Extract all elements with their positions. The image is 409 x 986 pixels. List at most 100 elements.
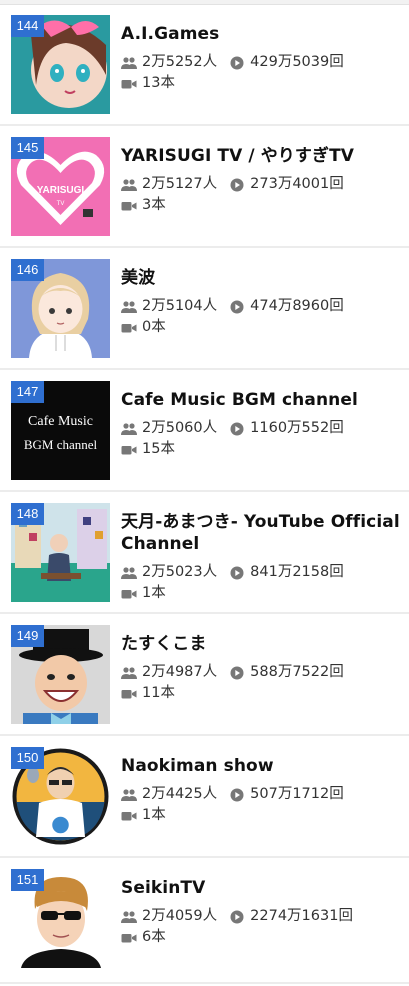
- view-stat: 2274万1631回: [229, 906, 353, 927]
- thumb-text: YARISUGI: [37, 185, 85, 196]
- subscriber-count: 2万4059人: [142, 908, 218, 924]
- stats-line: 15本: [121, 439, 403, 460]
- video-count: 15本: [142, 441, 175, 457]
- channel-info: Cafe Music BGM channel 2万5060人 1160万552回…: [121, 389, 403, 460]
- view-count: 1160万552回: [250, 420, 344, 436]
- channel-thumbnail[interactable]: 148: [11, 503, 110, 602]
- subscriber-count: 2万5127人: [142, 176, 218, 192]
- view-stat: 507万1712回: [229, 784, 344, 805]
- play-circle-icon: [229, 910, 245, 924]
- channel-thumbnail[interactable]: 151: [11, 869, 110, 968]
- rank-badge: 145: [11, 137, 44, 159]
- rank-badge: 151: [11, 869, 44, 891]
- video-count: 0本: [142, 319, 166, 335]
- channel-thumbnail[interactable]: Cafe Music BGM channel 147: [11, 381, 110, 480]
- channel-info: 天月-あまつき- YouTube Official Channel 2万5023…: [121, 511, 403, 604]
- channel-row[interactable]: 144 A.I.Games 2万5252人 429万5039回 13本: [0, 5, 409, 126]
- channel-name[interactable]: SeikinTV: [121, 877, 403, 899]
- channel-name[interactable]: 美波: [121, 267, 403, 289]
- thumb-subtext: BGM channel: [24, 437, 98, 452]
- video-count: 1本: [142, 585, 166, 601]
- thumb-text: Cafe Music: [28, 414, 93, 429]
- channel-info: SeikinTV 2万4059人 2274万1631回 6本: [121, 877, 403, 948]
- subscriber-stat: 2万5060人: [121, 418, 217, 439]
- channel-thumbnail[interactable]: 149: [11, 625, 110, 724]
- channel-ranking-list: 144 A.I.Games 2万5252人 429万5039回 13本 YARI…: [0, 0, 409, 986]
- stats-line: 2万5252人 429万5039回: [121, 52, 403, 73]
- video-camera-icon: [121, 321, 137, 335]
- play-circle-icon: [229, 566, 245, 580]
- play-circle-icon: [229, 666, 245, 680]
- channel-name[interactable]: YARISUGI TV / やりすぎTV: [121, 145, 403, 167]
- channel-thumbnail[interactable]: YARISUGI TV 145: [11, 137, 110, 236]
- video-count: 6本: [142, 929, 166, 945]
- view-stat: 1160万552回: [229, 418, 344, 439]
- stats-line: 2万4425人 507万1712回: [121, 784, 403, 805]
- stats-line: 1本: [121, 583, 403, 604]
- stats-line: 11本: [121, 683, 403, 704]
- subscriber-stat: 2万4059人: [121, 906, 217, 927]
- view-count: 2274万1631回: [250, 908, 353, 924]
- video-stat: 15本: [121, 439, 175, 460]
- channel-info: 美波 2万5104人 474万8960回 0本: [121, 267, 403, 338]
- subscriber-stat: 2万4987人: [121, 662, 217, 683]
- view-count: 474万8960回: [250, 298, 344, 314]
- video-stat: 0本: [121, 317, 166, 338]
- video-stat: 11本: [121, 683, 175, 704]
- subscriber-stat: 2万5104人: [121, 296, 217, 317]
- channel-info: たすくこま 2万4987人 588万7522回 11本: [121, 633, 403, 704]
- video-camera-icon: [121, 687, 137, 701]
- channel-row[interactable]: YARISUGI TV 145 YARISUGI TV / やりすぎTV 2万5…: [0, 127, 409, 248]
- channel-name[interactable]: たすくこま: [121, 633, 403, 655]
- channel-info: Naokiman show 2万4425人 507万1712回 1本: [121, 755, 403, 826]
- people-icon: [121, 788, 137, 802]
- video-stat: 1本: [121, 583, 166, 604]
- channel-name[interactable]: A.I.Games: [121, 23, 403, 45]
- video-count: 13本: [142, 75, 175, 91]
- play-circle-icon: [229, 178, 245, 192]
- channel-thumbnail[interactable]: 144: [11, 15, 110, 114]
- play-circle-icon: [229, 300, 245, 314]
- view-count: 841万2158回: [250, 564, 344, 580]
- video-stat: 6本: [121, 927, 166, 948]
- rank-badge: 150: [11, 747, 44, 769]
- channel-name[interactable]: Naokiman show: [121, 755, 403, 777]
- people-icon: [121, 178, 137, 192]
- stats-line: 0本: [121, 317, 403, 338]
- stats-line: 2万5023人 841万2158回: [121, 562, 403, 583]
- channel-row[interactable]: 151 SeikinTV 2万4059人 2274万1631回 6本: [0, 859, 409, 984]
- view-count: 273万4001回: [250, 176, 344, 192]
- channel-thumbnail[interactable]: 150: [11, 747, 110, 846]
- channel-row[interactable]: 150 Naokiman show 2万4425人 507万1712回 1本: [0, 737, 409, 858]
- video-stat: 13本: [121, 73, 175, 94]
- people-icon: [121, 666, 137, 680]
- view-stat: 474万8960回: [229, 296, 344, 317]
- video-camera-icon: [121, 931, 137, 945]
- stats-line: 13本: [121, 73, 403, 94]
- subscriber-count: 2万5060人: [142, 420, 218, 436]
- channel-name[interactable]: Cafe Music BGM channel: [121, 389, 403, 411]
- video-camera-icon: [121, 809, 137, 823]
- video-camera-icon: [121, 77, 137, 91]
- subscriber-stat: 2万4425人: [121, 784, 217, 805]
- view-stat: 841万2158回: [229, 562, 344, 583]
- rank-badge: 147: [11, 381, 44, 403]
- rank-badge: 149: [11, 625, 44, 647]
- stats-line: 1本: [121, 805, 403, 826]
- people-icon: [121, 56, 137, 70]
- video-stat: 3本: [121, 195, 166, 216]
- play-circle-icon: [229, 788, 245, 802]
- channel-row[interactable]: 149 たすくこま 2万4987人 588万7522回 11本: [0, 615, 409, 736]
- channel-row[interactable]: 146 美波 2万5104人 474万8960回 0本: [0, 249, 409, 370]
- stats-line: 2万5060人 1160万552回: [121, 418, 403, 439]
- channel-row[interactable]: 148 天月-あまつき- YouTube Official Channel 2万…: [0, 493, 409, 614]
- people-icon: [121, 300, 137, 314]
- channel-name[interactable]: 天月-あまつき- YouTube Official Channel: [121, 511, 403, 555]
- rank-badge: 146: [11, 259, 44, 281]
- video-count: 11本: [142, 685, 175, 701]
- channel-row[interactable]: Cafe Music BGM channel 147 Cafe Music BG…: [0, 371, 409, 492]
- subscriber-count: 2万5252人: [142, 54, 218, 70]
- subscriber-stat: 2万5252人: [121, 52, 217, 73]
- channel-thumbnail[interactable]: 146: [11, 259, 110, 358]
- stats-line: 2万4059人 2274万1631回: [121, 906, 403, 927]
